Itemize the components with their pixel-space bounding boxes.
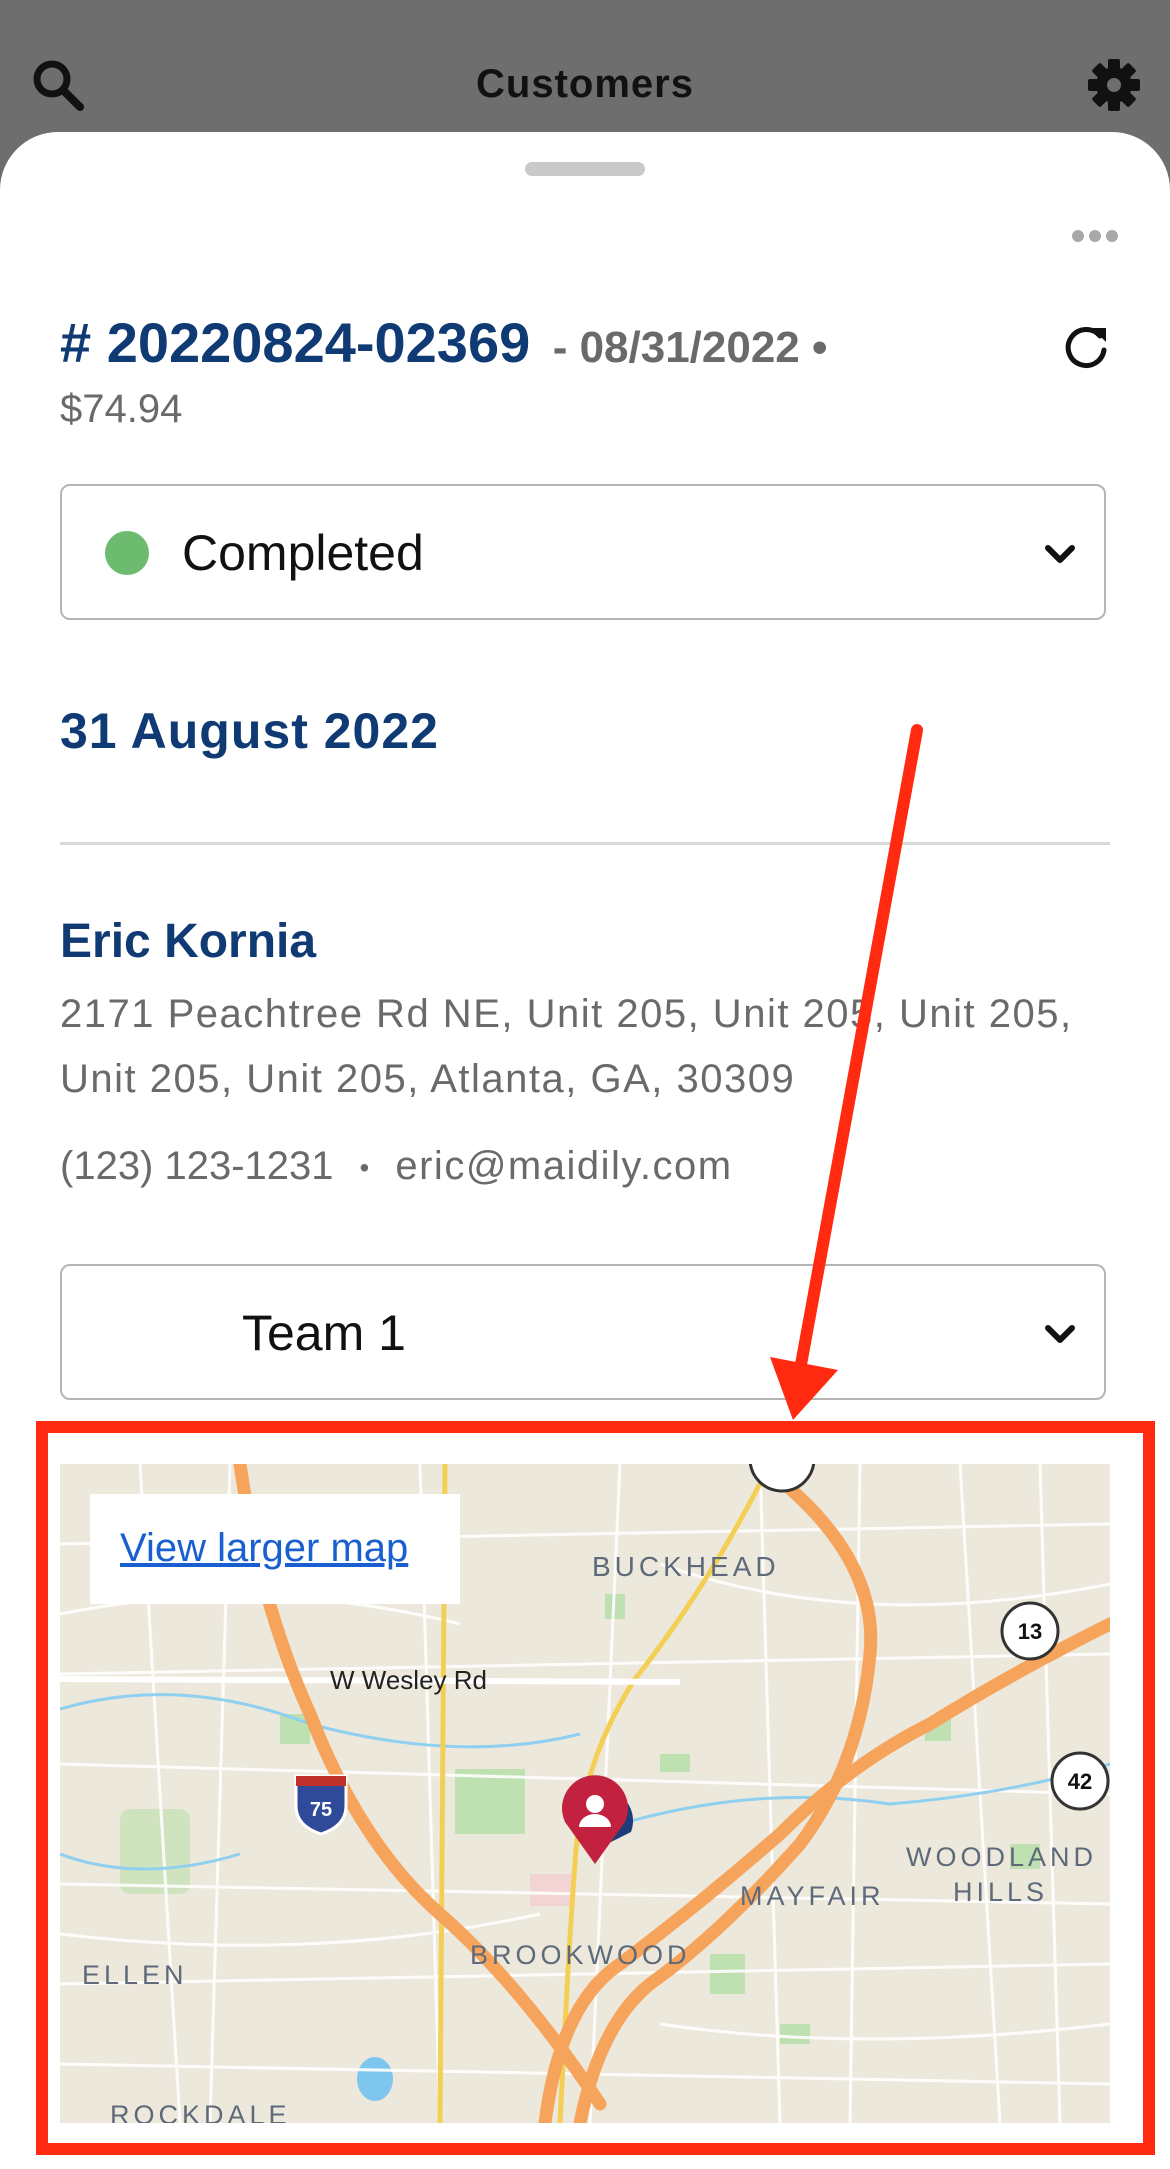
gear-icon[interactable] xyxy=(1084,55,1144,115)
top-bar: Customers xyxy=(0,0,1170,140)
page-title: Customers xyxy=(476,62,694,106)
customer-contact: (123) 123-1231 • eric@maidily.com xyxy=(60,1144,733,1189)
team-dropdown[interactable]: Team 1 xyxy=(60,1264,1106,1400)
chevron-down-icon xyxy=(1045,1325,1075,1343)
status-indicator-dot xyxy=(105,531,149,575)
order-date: - 08/31/2022 • xyxy=(552,323,828,372)
status-dropdown[interactable]: Completed xyxy=(60,484,1106,620)
map-highlight-outline xyxy=(36,1421,1155,2155)
sheet-drag-handle[interactable] xyxy=(525,162,645,176)
order-price: $74.94 xyxy=(60,387,183,431)
order-number: # 20220824-02369 xyxy=(60,311,531,374)
appointment-date-heading: 31 August 2022 xyxy=(60,703,439,759)
contact-separator: • xyxy=(359,1152,370,1184)
customer-name[interactable]: Eric Kornia xyxy=(60,914,316,969)
order-header: # 20220824-02369 - 08/31/2022 • xyxy=(60,310,827,375)
refresh-icon[interactable] xyxy=(1060,322,1112,374)
more-options-icon[interactable] xyxy=(1070,224,1120,248)
customer-email[interactable]: eric@maidily.com xyxy=(395,1144,732,1188)
customer-phone[interactable]: (123) 123-1231 xyxy=(60,1144,334,1188)
status-label: Completed xyxy=(182,525,424,581)
chevron-down-icon xyxy=(1045,545,1075,563)
customer-address: 2171 Peachtree Rd NE, Unit 205, Unit 205… xyxy=(60,992,1073,1101)
divider xyxy=(60,842,1110,845)
team-label: Team 1 xyxy=(242,1305,406,1361)
